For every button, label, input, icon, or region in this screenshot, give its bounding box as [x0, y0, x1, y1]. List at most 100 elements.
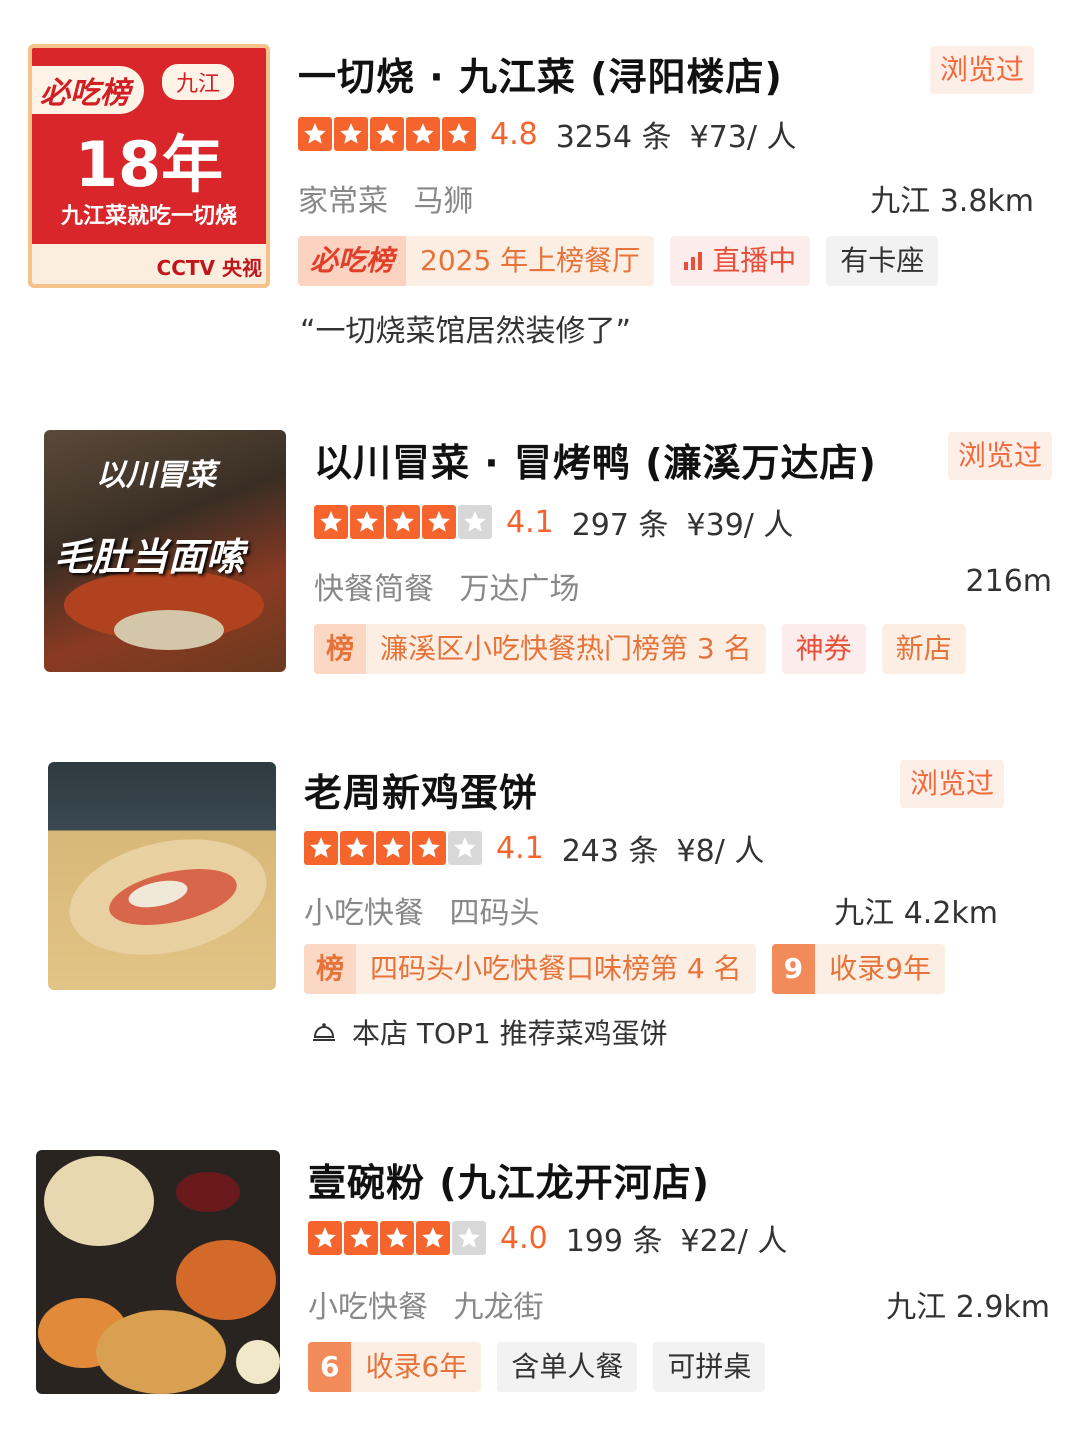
star-icon — [376, 831, 410, 865]
viewed-badge: 浏览过 — [900, 760, 1005, 808]
star-icon — [334, 117, 368, 151]
rating-score: 4.1 — [506, 504, 554, 540]
live-tag[interactable]: 直播中 — [670, 236, 811, 286]
rating-score: 4.0 — [500, 1220, 548, 1256]
live-icon — [684, 252, 703, 270]
star-icon — [314, 505, 348, 539]
rating-score: 4.1 — [496, 830, 544, 866]
ranking-tag-label: 濂溪区小吃快餐热门榜第 3 名 — [380, 632, 752, 665]
review-count: 199 条 — [565, 1224, 663, 1259]
star-icon — [380, 1221, 414, 1255]
star-empty-icon — [452, 1221, 486, 1255]
star-icon — [340, 831, 374, 865]
star-icon — [370, 117, 404, 151]
booth-tag: 有卡座 — [826, 236, 939, 286]
bichi-badge: 必吃榜 — [32, 66, 144, 114]
restaurant-name[interactable]: 壹碗粉 (九江龙开河店) — [308, 1152, 710, 1207]
review-quote: “一切烧菜馆居然装修了” — [300, 314, 632, 349]
tag-row: 必吃榜 2025 年上榜餐厅 直播中 有卡座 — [298, 236, 939, 286]
area: 四码头 — [449, 896, 540, 931]
area: 九龙街 — [453, 1290, 544, 1325]
restaurant-card-4[interactable]: 壹碗粉 (九江龙开河店) 4.0 199 条 ¥22/ 人 小吃快餐 九龙街 九… — [0, 1130, 1080, 1430]
tag-row: 6 收录6年 含单人餐 可拼桌 — [308, 1342, 766, 1392]
top-dish-label: 本店 TOP1 推荐菜鸡蛋饼 — [352, 1017, 668, 1050]
rating-row: 4.1 297 条 ¥39/ 人 — [314, 502, 811, 543]
thumb-slogan: 九江菜就吃一切烧 — [60, 204, 237, 229]
category: 家常菜 — [298, 184, 388, 219]
restaurant-name[interactable]: 一切烧 · 九江菜 (浔阳楼店) — [298, 46, 783, 101]
star-icon — [304, 831, 338, 865]
category-row: 小吃快餐 四码头 — [304, 888, 556, 932]
live-tag-label: 直播中 — [712, 244, 797, 277]
restaurant-thumbnail[interactable]: 以川冒菜 毛肚当面嗦 — [44, 430, 286, 672]
distance: 216m — [965, 564, 1052, 599]
restaurant-thumbnail[interactable] — [48, 762, 276, 990]
ranking-tag[interactable]: 榜 濂溪区小吃快餐热门榜第 3 名 — [314, 624, 766, 674]
ranking-tag[interactable]: 必吃榜 2025 年上榜餐厅 — [298, 236, 655, 286]
thumb-city: 九江 — [162, 64, 235, 100]
star-icon — [308, 1221, 342, 1255]
restaurant-card-2[interactable]: 以川冒菜 毛肚当面嗦 以川冒菜 · 冒烤鸭 (濂溪万达店) 浏览过 4.1 29… — [0, 410, 1080, 710]
category: 小吃快餐 — [308, 1290, 428, 1325]
rating-score: 4.8 — [490, 116, 538, 152]
thumb-big-text: 18年 — [74, 128, 224, 201]
years-tag-label: 收录9年 — [829, 952, 931, 985]
years-count: 6 — [308, 1342, 352, 1392]
ranking-tag-label: 2025 年上榜餐厅 — [420, 244, 641, 277]
restaurant-card-3[interactable]: 老周新鸡蛋饼 浏览过 4.1 243 条 ¥8/ 人 小吃快餐 四码头 九江 4… — [0, 740, 1080, 1100]
star-icon — [412, 831, 446, 865]
rank-icon: 榜 — [304, 944, 357, 994]
avg-price: ¥39/ 人 — [686, 508, 794, 543]
category-row: 快餐简餐 万达广场 — [314, 564, 596, 608]
ranking-tag[interactable]: 榜 四码头小吃快餐口味榜第 4 名 — [304, 944, 756, 994]
tag-row: 榜 四码头小吃快餐口味榜第 4 名 9 收录9年 — [304, 944, 945, 994]
new-store-tag: 新店 — [881, 624, 966, 674]
distance: 九江 4.2km — [834, 896, 998, 931]
area: 万达广场 — [459, 572, 580, 607]
single-meal-tag: 含单人餐 — [497, 1342, 638, 1392]
thumb-slogan: 毛肚当面嗦 — [54, 535, 245, 579]
ranking-tag-label: 四码头小吃快餐口味榜第 4 名 — [370, 952, 742, 985]
top-dish-recommendation[interactable]: 本店 TOP1 推荐菜鸡蛋饼 — [310, 1012, 668, 1052]
years-tag: 6 收录6年 — [308, 1342, 482, 1392]
shared-table-tag: 可拼桌 — [653, 1342, 766, 1392]
restaurant-name[interactable]: 以川冒菜 · 冒烤鸭 (濂溪万达店) — [314, 432, 877, 487]
rank-icon: 榜 — [314, 624, 367, 674]
restaurant-name[interactable]: 老周新鸡蛋饼 — [304, 762, 538, 817]
rating-row: 4.8 3254 条 ¥73/ 人 — [298, 114, 815, 155]
star-empty-icon — [458, 505, 492, 539]
star-icon — [298, 117, 332, 151]
category-row: 家常菜 马狮 — [298, 176, 490, 220]
category: 小吃快餐 — [304, 896, 424, 931]
viewed-badge: 浏览过 — [948, 432, 1053, 480]
category-row: 小吃快餐 九龙街 — [308, 1282, 560, 1326]
rating-row: 4.0 199 条 ¥22/ 人 — [308, 1218, 805, 1259]
star-empty-icon — [448, 831, 482, 865]
review-count: 297 条 — [571, 508, 669, 543]
years-tag-label: 收录6年 — [365, 1350, 468, 1383]
star-icon — [416, 1221, 450, 1255]
avg-price: ¥73/ 人 — [689, 120, 797, 155]
avg-price: ¥8/ 人 — [676, 834, 765, 869]
years-count: 9 — [771, 944, 816, 994]
avg-price: ¥22/ 人 — [680, 1224, 788, 1259]
viewed-badge: 浏览过 — [930, 46, 1035, 94]
star-icon — [406, 117, 440, 151]
years-tag: 9 收录9年 — [771, 944, 945, 994]
distance: 九江 3.8km — [870, 184, 1034, 219]
star-rating — [304, 831, 482, 865]
star-icon — [344, 1221, 378, 1255]
distance: 九江 2.9km — [886, 1290, 1050, 1325]
review-count: 243 条 — [561, 834, 659, 869]
restaurant-thumbnail[interactable] — [36, 1150, 280, 1394]
cctv-logo: CCTV 央视 — [156, 256, 262, 280]
star-rating — [314, 505, 492, 539]
restaurant-thumbnail[interactable]: 必吃榜 九江 18年 九江菜就吃一切烧 CCTV 央视 — [28, 44, 270, 288]
star-icon — [386, 505, 420, 539]
dish-bell-icon — [313, 1023, 335, 1041]
review-count: 3254 条 — [555, 120, 672, 155]
thumb-brand-text: 以川冒菜 — [96, 458, 216, 493]
restaurant-card-1[interactable]: 必吃榜 九江 18年 九江菜就吃一切烧 CCTV 央视 一切烧 · 九江菜 (浔… — [0, 0, 1080, 380]
coupon-tag[interactable]: 神券 — [781, 624, 866, 674]
star-icon — [422, 505, 456, 539]
